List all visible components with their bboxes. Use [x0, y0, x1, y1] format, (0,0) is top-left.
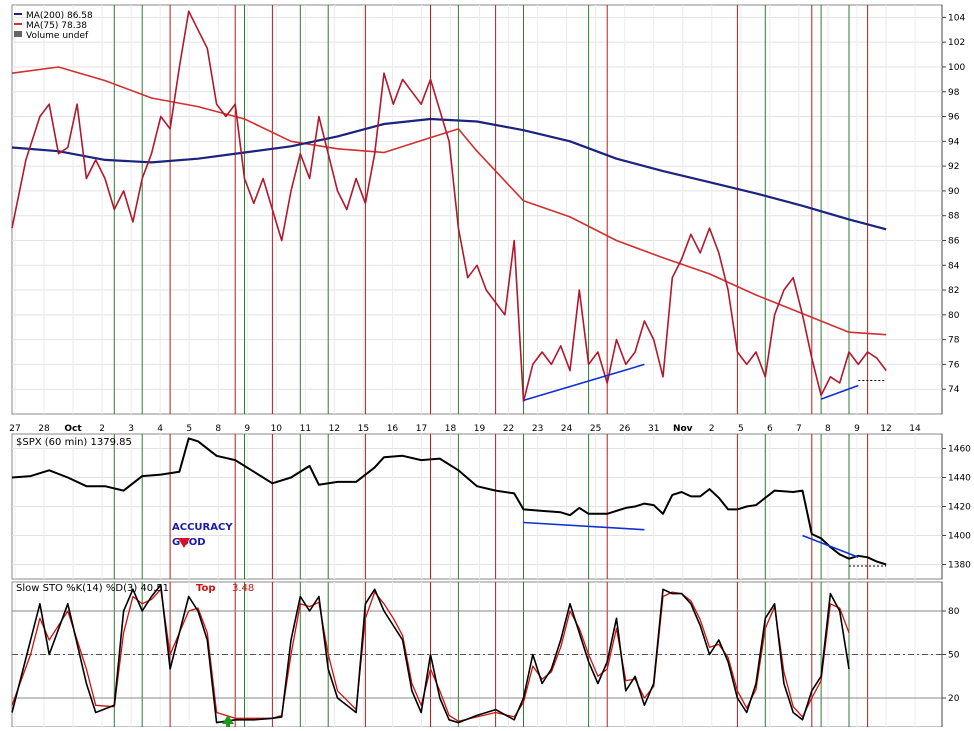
x-tick-label: 8: [825, 424, 831, 434]
spx-ytick-label: 1380: [948, 561, 971, 571]
price-ytick-label: 74: [948, 385, 960, 395]
legend-ma200-swatch: [14, 13, 22, 15]
price-ytick-label: 86: [948, 236, 960, 246]
x-tick-label: 16: [387, 424, 399, 434]
legend-ma75-label: MA(75) 78.38: [26, 21, 87, 31]
x-tick-label: 5: [186, 424, 192, 434]
x-tick-label: 27: [9, 424, 20, 434]
sto-value-label: 3.48: [232, 583, 254, 594]
price-ytick-label: 80: [948, 311, 960, 321]
spx-ytick-label: 1400: [948, 532, 971, 542]
price-ytick-label: 92: [948, 162, 959, 172]
x-tick-label: 8: [215, 424, 221, 434]
spx-ytick-label: 1440: [948, 474, 971, 484]
x-tick-label: 9: [244, 424, 250, 434]
legend-ma200-label: MA(200) 86.58: [26, 11, 93, 21]
legend-volume-swatch: [14, 31, 22, 37]
spx-title: $SPX (60 min) 1379.85: [16, 437, 132, 448]
x-tick-label: 12: [880, 424, 891, 434]
price-ytick-label: 96: [948, 113, 960, 123]
x-tick-label: 26: [619, 424, 631, 434]
x-tick-label: 4: [157, 424, 163, 434]
price-ytick-label: 90: [948, 187, 960, 197]
x-tick-label: 28: [38, 424, 50, 434]
x-tick-label: 7: [796, 424, 802, 434]
x-tick-label: Nov: [673, 424, 693, 434]
chart-root: 74 76 78 80 82 84 86 88 90 92 94 96 98 100 102 104 1380 1…: [0, 0, 974, 728]
x-tick-label: 12: [329, 424, 340, 434]
price-ytick-label: 82: [948, 286, 959, 296]
x-tick-label: 19: [474, 424, 486, 434]
sto-title: Slow STO %K(14) %D(3) 40.51: [16, 583, 169, 594]
x-tick-label: 5: [738, 424, 744, 434]
spx-ytick-label: 1460: [948, 445, 971, 455]
price-ytick-label: 84: [948, 261, 960, 271]
x-tick-label: 23: [532, 424, 543, 434]
chart-svg: 7476788082848688909294969810010210413801…: [9, 4, 971, 728]
x-tick-label: 17: [416, 424, 427, 434]
price-ytick-label: 98: [948, 88, 960, 98]
sto-ytick-label: 80: [948, 607, 960, 617]
price-ytick-label: 76: [948, 360, 960, 370]
x-tick-label: 9: [854, 424, 860, 434]
price-ytick-label: 88: [948, 212, 960, 222]
x-tick-label: 15: [358, 424, 369, 434]
panel-frame: [11, 4, 943, 415]
legend-ma75-swatch: [14, 23, 22, 25]
x-tick-label: 18: [445, 424, 457, 434]
sto-overlap-label: Top: [196, 583, 216, 594]
sto-ytick-label: 50: [948, 651, 960, 661]
price-ytick-label: 78: [948, 336, 960, 346]
x-tick-label: 11: [300, 424, 311, 434]
price-ytick-label: 104: [948, 13, 965, 23]
x-tick-label: 31: [648, 424, 659, 434]
x-tick-label: Oct: [64, 424, 82, 434]
x-tick-label: 22: [503, 424, 514, 434]
x-tick-label: 25: [590, 424, 601, 434]
price-ytick-label: 94: [948, 137, 960, 147]
x-tick-label: 6: [767, 424, 773, 434]
x-tick-label: 10: [271, 424, 283, 434]
sto-ytick-label: 20: [948, 694, 960, 704]
spx-ytick-label: 1420: [948, 503, 971, 513]
x-tick-label: 2: [99, 424, 105, 434]
price-ytick-label: 100: [948, 63, 965, 73]
x-tick-label: 24: [561, 424, 573, 434]
legend-volume-label: Volume undef: [26, 31, 89, 41]
x-tick-label: 14: [909, 424, 921, 434]
x-tick-label: 2: [709, 424, 715, 434]
price-ytick-label: 102: [948, 38, 965, 48]
x-tick-label: 3: [128, 424, 134, 434]
annotation-accuracy: ACCURACY: [172, 522, 233, 533]
